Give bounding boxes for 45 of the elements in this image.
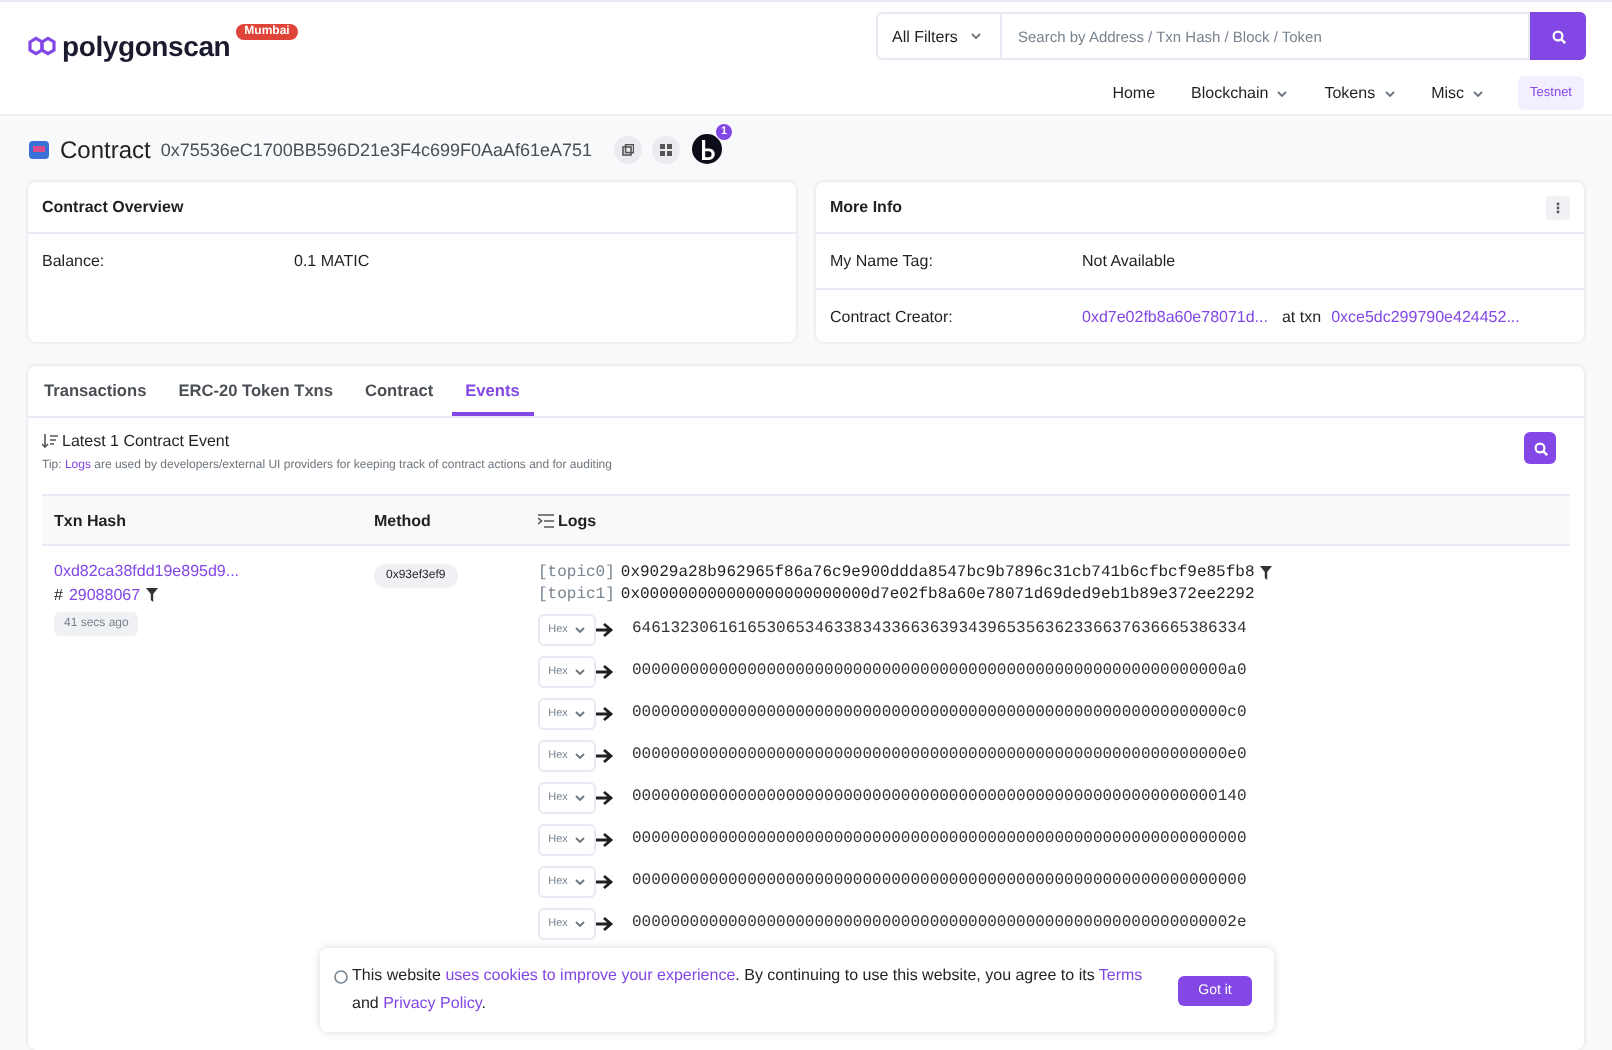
column-header: Method: [374, 511, 431, 529]
card-title: Contract Overview: [28, 182, 796, 234]
tab[interactable]: Events: [451, 366, 534, 416]
cookie-link[interactable]: Terms: [1098, 966, 1143, 984]
field-value: 0.1 MATIC: [294, 251, 370, 269]
card-title: More Info: [830, 198, 902, 216]
field-value: Not Available: [1082, 252, 1176, 270]
tab[interactable]: ERC-20 Token Txns: [164, 366, 347, 416]
txn-hash-link[interactable]: 0xd82ca38fdd19e895d9...: [54, 562, 240, 580]
nav-link[interactable]: Blockchain: [1173, 84, 1307, 102]
nav-link[interactable]: Misc: [1413, 84, 1503, 102]
contract-address: 0x75536eC1700BB596D21e3F4c699F0AaAf61eA751: [160, 139, 593, 159]
data-value: 0000000000000000000000000000000000000000000000000000000000000000: [632, 872, 1247, 890]
field-text: at txn: [1281, 307, 1322, 325]
field-label: My Name Tag:: [830, 252, 935, 270]
tab[interactable]: Transactions: [30, 366, 161, 416]
topic-label: [topic0]: [538, 564, 615, 582]
column-header: Logs: [558, 511, 597, 529]
topic-label: [topic1]: [538, 586, 615, 604]
data-value: 00000000000000000000000000000000000000000000000000000000000000e0: [632, 746, 1247, 764]
creator-address-link[interactable]: 0xd7e02fb8a60e78071d...: [1082, 307, 1268, 325]
data-value: 0000000000000000000000000000000000000000000000000000000000000000: [632, 830, 1247, 848]
nav-link[interactable]: Tokens: [1306, 84, 1414, 102]
topic-value: 0x9029a28b962965f86a76c9e900ddda8547bc9b7896c31cb741b6cfbcf9e85fb8: [620, 564, 1255, 582]
block-label: #: [54, 586, 63, 604]
section-heading: Latest 1 Contract Event: [62, 432, 230, 450]
block-link[interactable]: 29088067: [68, 586, 141, 604]
creator-txn-link[interactable]: 0xce5dc299790e424452...: [1331, 307, 1520, 325]
column-header: Txn Hash: [54, 511, 127, 529]
logo-text[interactable]: polygonscan: [62, 30, 231, 62]
data-value: 0000000000000000000000000000000000000000000000000000000000000140: [632, 788, 1247, 806]
nav-link[interactable]: Home: [1094, 84, 1174, 102]
cookie-link[interactable]: uses cookies to improve your experience: [445, 966, 736, 984]
field-label: Contract Creator:: [830, 307, 955, 325]
topic-value: 0x000000000000000000000000d7e02fb8a60e78071d69ded9eb1b89e372ee2292: [620, 586, 1255, 604]
field-label: Balance:: [42, 251, 107, 269]
data-value: 6461323061616530653463383433663639343965356362336637636665386334: [632, 620, 1247, 638]
tab[interactable]: Contract: [351, 366, 448, 416]
cookie-link[interactable]: Privacy Policy: [383, 994, 482, 1012]
filter-dropdown[interactable]: All Filters: [876, 12, 1002, 60]
cookie-notice: This website uses cookies to improve your experience. By continuing to use this website, you agree to its Terms and Privacy Policy.: [352, 964, 1145, 1016]
data-value: 000000000000000000000000000000000000000000000000000000000000002e: [632, 914, 1247, 932]
data-value: 00000000000000000000000000000000000000000000000000000000000000c0: [632, 704, 1247, 722]
page-title: Contract: [60, 135, 151, 163]
data-value: 00000000000000000000000000000000000000000000000000000000000000a0: [632, 662, 1247, 680]
